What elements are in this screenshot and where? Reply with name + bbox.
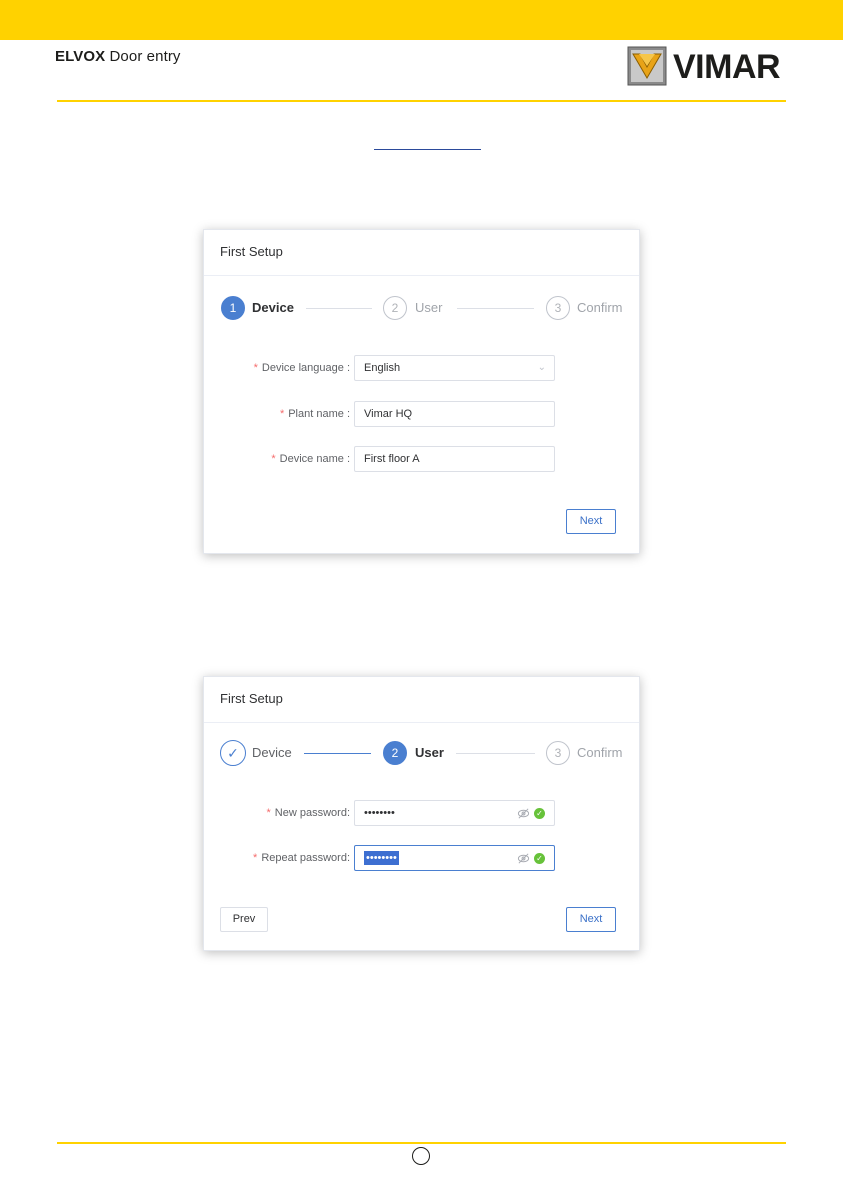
plant-name-input[interactable]: Vimar HQ — [354, 401, 555, 427]
step-3-circle: 3 — [546, 296, 570, 320]
step-1-circle: 1 — [221, 296, 245, 320]
dialog-divider — [204, 275, 639, 276]
device-name-input[interactable]: First floor A — [354, 446, 555, 472]
vimar-logo: VIMAR — [627, 46, 789, 86]
device-language-select[interactable]: English ⌄ — [354, 355, 555, 381]
plant-name-label: * Plant name : — [279, 408, 350, 420]
chevron-down-icon: ⌄ — [537, 362, 546, 373]
step-2-circle: 2 — [383, 741, 407, 765]
repeat-password-input[interactable]: •••••••• ✓ — [354, 845, 555, 871]
footer-divider — [57, 1142, 786, 1144]
step-3-circle: 3 — [546, 741, 570, 765]
step-2-label: User — [415, 300, 443, 315]
step-connector — [306, 308, 372, 309]
prev-button[interactable]: Prev — [220, 907, 268, 932]
check-icon: ✓ — [220, 740, 246, 766]
step-3-label: Confirm — [577, 745, 623, 760]
link-underline[interactable] — [374, 149, 481, 150]
dialog-title: First Setup — [220, 691, 283, 706]
step-1-label: Device — [252, 300, 294, 315]
next-button[interactable]: Next — [566, 907, 616, 932]
repeat-password-label: * Repeat password: — [253, 852, 350, 864]
step-2-label: User — [415, 745, 444, 760]
first-setup-dialog-device: First Setup 1 Device 2 User 3 Confirm * D… — [203, 229, 640, 554]
header-bar — [0, 0, 843, 40]
device-language-label: * Device language : — [253, 362, 350, 374]
logo-text: VIMAR — [673, 48, 781, 86]
page-number-circle — [412, 1147, 430, 1165]
step-1-label: Device — [252, 745, 292, 760]
dialog-title: First Setup — [220, 244, 283, 259]
step-3-label: Confirm — [577, 300, 623, 315]
new-password-input[interactable]: •••••••• ✓ — [354, 800, 555, 826]
step-2-circle: 2 — [383, 296, 407, 320]
eye-off-icon[interactable] — [517, 852, 530, 865]
dialog-divider — [204, 722, 639, 723]
step-connector — [304, 753, 371, 754]
step-connector — [457, 308, 534, 309]
header-divider — [57, 100, 786, 102]
device-name-label: * Device name : — [271, 453, 350, 465]
vimar-logo-icon — [627, 46, 667, 86]
step-connector — [456, 753, 535, 754]
first-setup-dialog-user: First Setup ✓ Device 2 User 3 Confirm * N… — [203, 676, 640, 951]
valid-check-icon: ✓ — [534, 853, 545, 864]
new-password-label: * New password: — [266, 807, 350, 819]
eye-off-icon[interactable] — [517, 807, 530, 820]
next-button[interactable]: Next — [566, 509, 616, 534]
valid-check-icon: ✓ — [534, 808, 545, 819]
brand-title: ELVOX Door entry — [55, 48, 181, 65]
